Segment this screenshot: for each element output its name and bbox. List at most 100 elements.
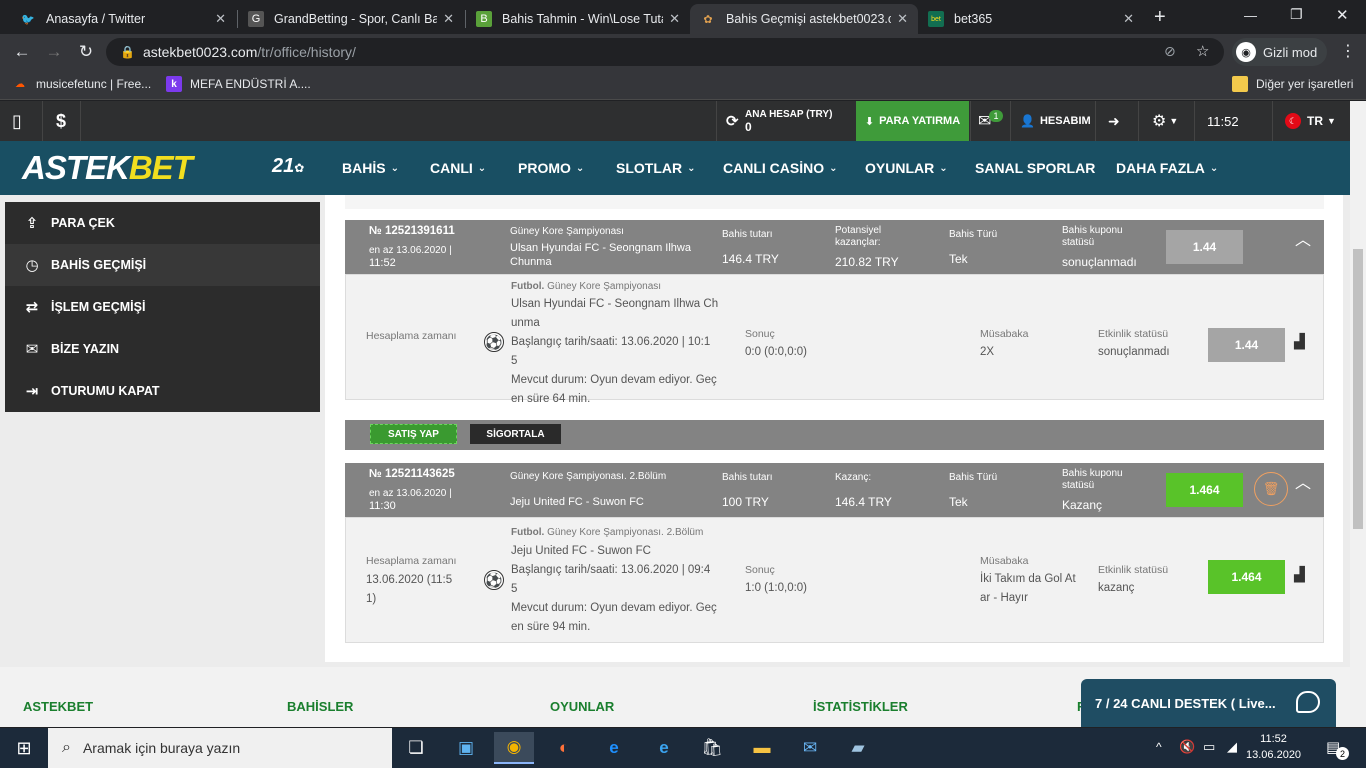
odd-badge: 1.464 — [1208, 560, 1285, 594]
close-window-button[interactable]: ✕ — [1336, 6, 1349, 24]
chevron-down-icon: ⌄ — [687, 162, 696, 174]
maximize-button[interactable]: ❐ — [1290, 6, 1303, 23]
bookmark-item[interactable]: ☁ musicefetunc | Free... — [12, 76, 151, 92]
wifi-icon[interactable]: ◢ — [1227, 739, 1237, 755]
chevron-up-icon[interactable]: ︿ — [1295, 233, 1311, 249]
page-scrollbar[interactable] — [1350, 101, 1366, 727]
astekbet-logo[interactable]: ASTEKBET — [22, 149, 193, 187]
nav-oyunlar[interactable]: OYUNLAR ⌄ — [865, 141, 948, 195]
bar-chart-icon[interactable]: ▟ — [1294, 333, 1312, 349]
nav-promo[interactable]: PROMO ⌄ — [518, 141, 584, 195]
close-tab-icon[interactable]: ✕ — [215, 11, 226, 27]
incognito-badge[interactable]: ◉ Gizli mod — [1232, 38, 1328, 66]
chevron-down-icon: ⌄ — [477, 162, 487, 174]
my-account-button[interactable]: 👤 HESABIM — [1020, 101, 1091, 141]
volume-muted-icon[interactable]: 🔇 — [1179, 739, 1195, 755]
sidebar-item-logout[interactable]: ⇥ OTURUMU KAPAT — [5, 370, 320, 412]
browser-tab-astekbet[interactable]: ✿ Bahis Geçmişi astekbet0023.co ✕ — [690, 4, 918, 34]
folder-icon — [1232, 76, 1248, 92]
file-explorer-icon[interactable]: ▬ — [742, 732, 782, 764]
user-icon: 👤 — [1020, 114, 1035, 128]
internet-explorer-icon[interactable]: e — [594, 732, 634, 764]
age-badge: 21✿ — [272, 155, 305, 177]
nav-canli-casino[interactable]: CANLI CASİNO ⌄ — [723, 141, 838, 195]
nav-canli[interactable]: CANLI ⌄ — [430, 141, 486, 195]
transfer-icon: ⇄ — [25, 299, 39, 316]
bet-summary-row[interactable]: № 12521143625 en az 13.06.2020 | 11:30 G… — [345, 463, 1324, 517]
minimize-button[interactable]: — — [1244, 8, 1257, 23]
settings-gear-icon[interactable]: ⚙ ▼ — [1152, 101, 1178, 141]
sell-button[interactable]: SATIŞ YAP — [370, 424, 457, 444]
odd-badge: 1.44 — [1166, 230, 1243, 264]
eye-off-icon[interactable]: ⊘ — [1164, 43, 1176, 60]
bet-summary-row[interactable]: № 12521391611 en az 13.06.2020 | 11:52 G… — [345, 220, 1324, 274]
chevron-up-icon[interactable]: ^ — [1156, 740, 1162, 754]
close-tab-icon[interactable]: ✕ — [443, 11, 454, 27]
sidebar-item-withdraw[interactable]: ⇪ PARA ÇEK — [5, 202, 320, 244]
browser-tab-bar: 🐦 Anasayfa / Twitter ✕ G GrandBetting - … — [0, 0, 1366, 34]
battery-icon[interactable]: ▭ — [1203, 739, 1215, 755]
mobile-icon[interactable]: ▯ — [12, 101, 22, 141]
sidebar-item-bet-history[interactable]: ◷ BAHİS GEÇMİŞİ — [5, 244, 320, 286]
task-view-icon[interactable]: ❏ — [396, 732, 436, 764]
forward-button[interactable]: → — [42, 40, 66, 64]
taskbar-clock[interactable]: 11:52 13.06.2020 — [1246, 731, 1301, 763]
address-bar[interactable]: 🔒 astekbet0023.com/tr/office/history/ ⊘ … — [106, 38, 1224, 66]
windows-start-icon[interactable]: ⊞ — [0, 728, 48, 768]
store-icon[interactable]: 🛍 — [692, 732, 732, 764]
firefox-icon[interactable]: ◐ — [544, 732, 584, 764]
incognito-icon: ◉ — [1236, 42, 1256, 62]
close-tab-icon[interactable]: ✕ — [669, 11, 680, 27]
messages-icon[interactable]: ✉ — [978, 101, 991, 141]
nav-slotlar[interactable]: SLOTLAR ⌄ — [616, 141, 696, 195]
close-tab-icon[interactable]: ✕ — [1123, 11, 1134, 27]
bet-detail: Hesaplama zamanı 13.06.2020 (11:5 1) ⚽ F… — [345, 517, 1324, 643]
refresh-balance-icon[interactable]: ⟳ — [726, 101, 739, 141]
browser-tab-bet365[interactable]: bet bet365 ✕ — [918, 4, 1144, 34]
logout-icon[interactable]: ➜ — [1108, 101, 1120, 141]
clock-icon: ◷ — [25, 257, 39, 274]
main-navigation: ASTEKBET 21✿ BAHİS ⌄ CANLI ⌄ PROMO ⌄ SLOTLA… — [0, 141, 1350, 195]
tahmin-icon: B — [476, 11, 492, 27]
star-icon[interactable]: ☆ — [1196, 42, 1209, 60]
live-support-button[interactable]: 7 / 24 CANLI DESTEK ( Live... — [1081, 679, 1336, 727]
sidebar-item-contact[interactable]: ✉ BİZE YAZIN — [5, 328, 320, 370]
chat-bubble-icon — [1296, 691, 1320, 713]
reload-button[interactable]: ↻ — [74, 40, 98, 64]
bookmark-item[interactable]: k MEFA ENDÜSTRİ A.... — [166, 76, 311, 92]
app-icon[interactable]: ▣ — [446, 732, 486, 764]
delete-icon[interactable]: 🗑 — [1254, 472, 1288, 506]
browser-toolbar: ← → ↻ 🔒 astekbet0023.com/tr/office/histo… — [0, 34, 1366, 70]
dollar-icon[interactable]: $ — [56, 101, 66, 141]
mail-icon[interactable]: ✉ — [790, 732, 830, 764]
bar-chart-icon[interactable]: ▟ — [1294, 566, 1312, 582]
nav-sanal-sporlar[interactable]: SANAL SPORLAR — [975, 141, 1095, 195]
browser-tab-tahmin[interactable]: B Bahis Tahmin - Win\Lose Tutar: ✕ — [466, 4, 690, 34]
chevron-down-icon: ⌄ — [575, 162, 585, 174]
taskbar-search[interactable]: ⌕ Aramak için buraya yazın — [48, 728, 392, 768]
other-bookmarks[interactable]: Diğer yer işaretleri — [1232, 76, 1353, 92]
browser-tab-grandbetting[interactable]: G GrandBetting - Spor, Canlı Bah ✕ — [238, 4, 464, 34]
browser-tab-twitter[interactable]: 🐦 Anasayfa / Twitter ✕ — [10, 4, 236, 34]
close-tab-icon[interactable]: ✕ — [897, 11, 908, 27]
bet-history-panel: № 12521391611 en az 13.06.2020 | 11:52 G… — [325, 195, 1343, 662]
chrome-icon[interactable]: ◉ — [494, 732, 534, 764]
new-tab-button[interactable]: + — [1154, 6, 1166, 29]
sidebar-item-transactions[interactable]: ⇄ İŞLEM GEÇMİŞİ — [5, 286, 320, 328]
edge-icon[interactable]: e — [644, 732, 684, 764]
soundcloud-icon: ☁ — [15, 78, 25, 90]
notes-icon[interactable]: ▰ — [838, 732, 878, 764]
chevron-up-icon[interactable]: ︿ — [1295, 476, 1311, 492]
deposit-button[interactable]: ⬇ PARA YATIRMA — [856, 101, 969, 141]
back-button[interactable]: ← — [10, 40, 34, 64]
twitter-icon: 🐦 — [21, 13, 35, 26]
nav-daha-fazla[interactable]: DAHA FAZLA ⌄ — [1116, 141, 1218, 195]
language-selector[interactable]: ☾ TR ▼ — [1285, 101, 1336, 141]
bet-detail: Hesaplama zamanı ⚽ Futbol. Güney Kore Şa… — [345, 274, 1324, 405]
scrollbar-thumb[interactable] — [1353, 249, 1363, 529]
insure-button[interactable]: SİGORTALA — [470, 424, 561, 444]
bookmarks-bar: ☁ musicefetunc | Free... k MEFA ENDÜSTRİ… — [0, 70, 1366, 100]
menu-kebab-icon[interactable]: ⋮ — [1340, 41, 1356, 61]
nav-bahis[interactable]: BAHİS ⌄ — [342, 141, 399, 195]
notifications-count: 2 — [1336, 747, 1349, 760]
